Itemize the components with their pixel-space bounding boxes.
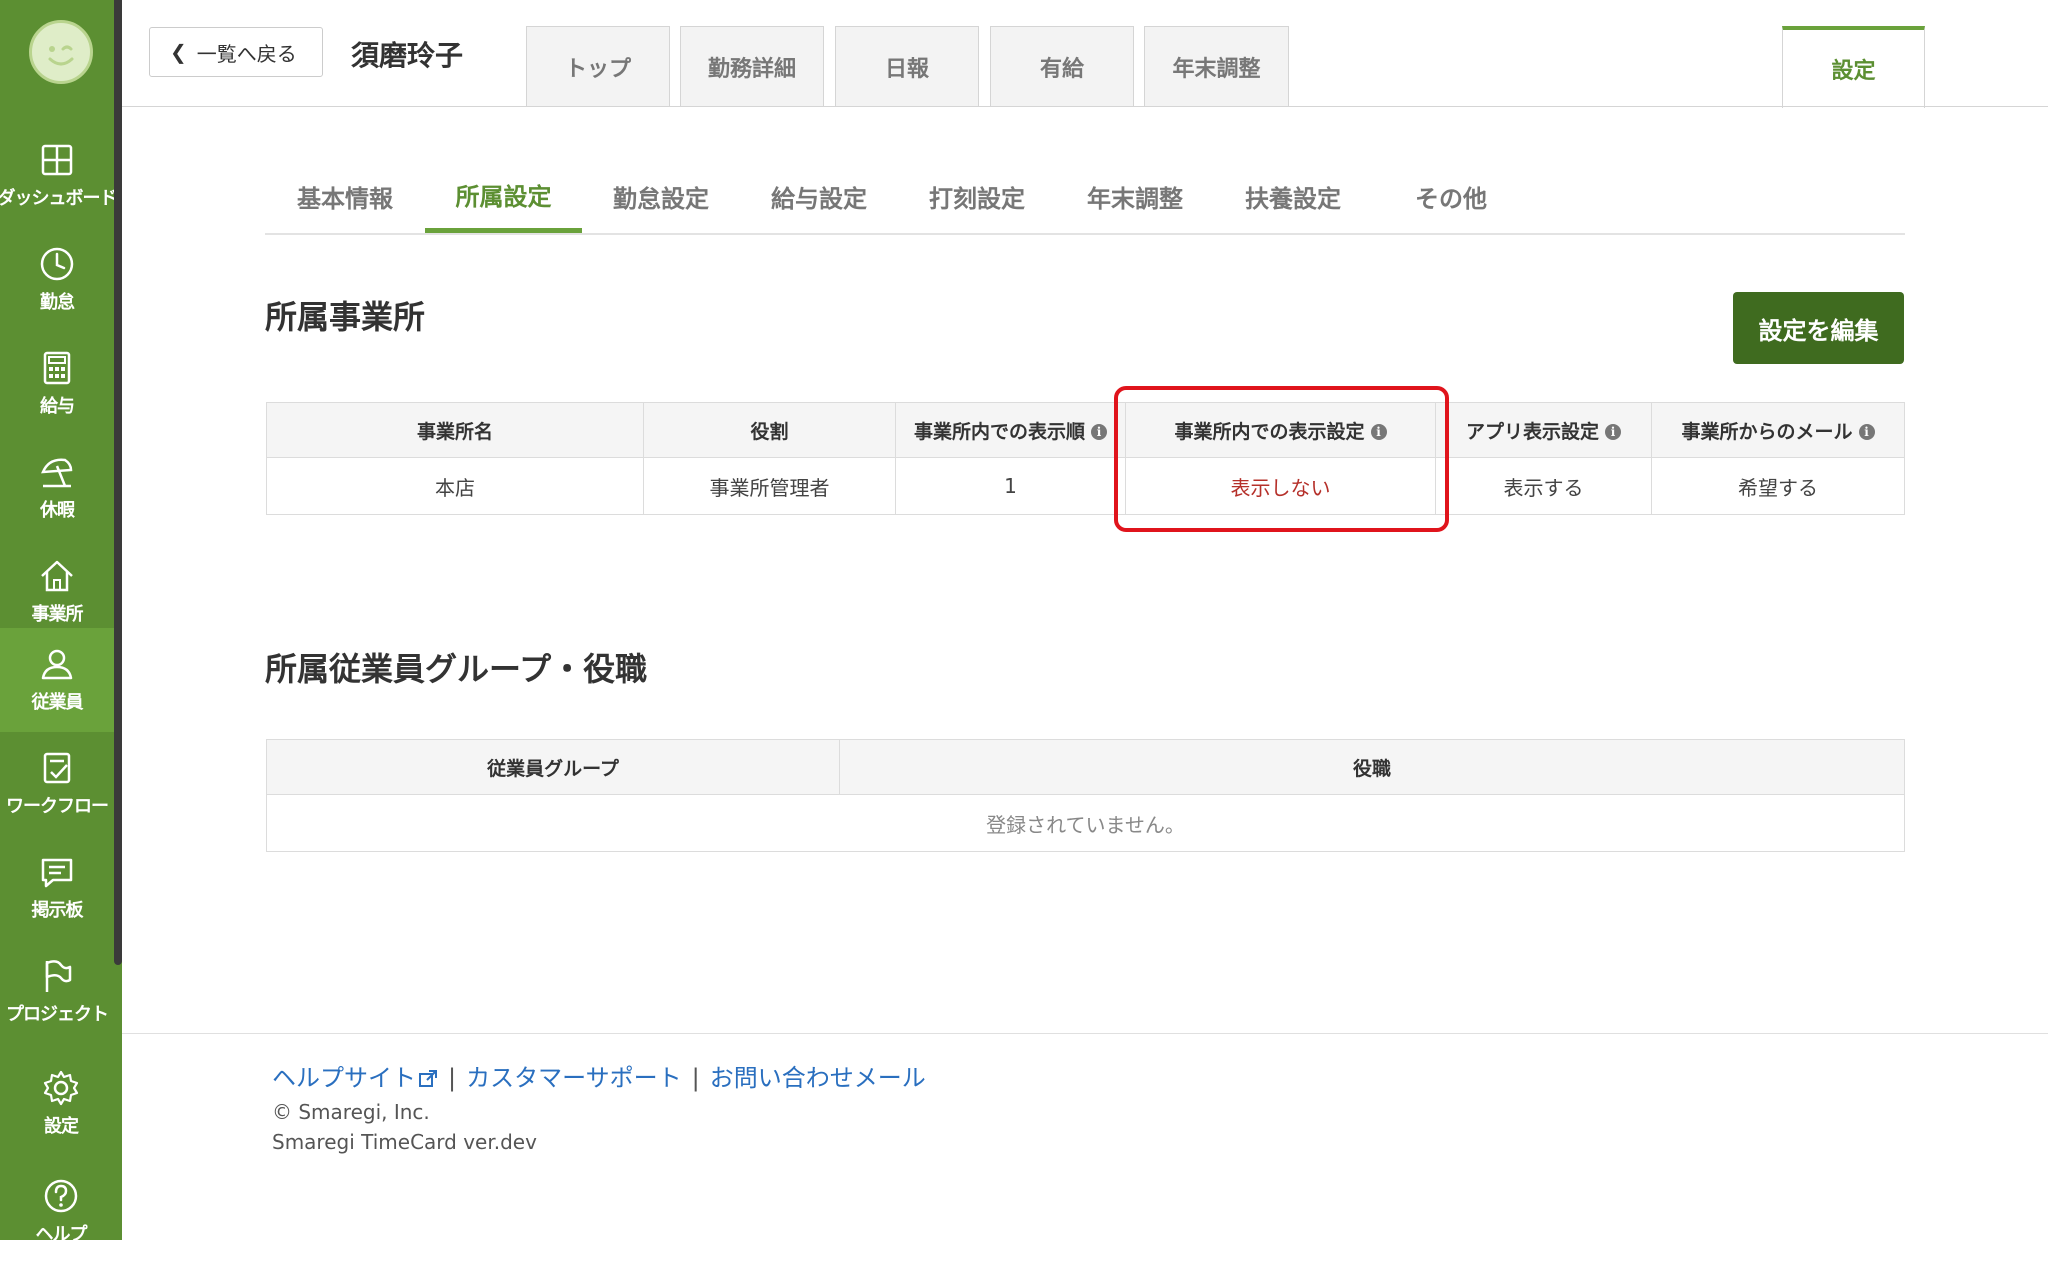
- back-to-list-button[interactable]: ❮ 一覧へ戻る: [149, 27, 323, 77]
- sidebar-item-help[interactable]: ヘルプ: [0, 1160, 122, 1264]
- sidebar-item-dashboard[interactable]: ダッシュボード: [0, 124, 118, 228]
- tab-daily-report[interactable]: 日報: [835, 26, 979, 106]
- sidebar-item-label: 掲示板: [31, 900, 84, 921]
- sidebar-item-leave[interactable]: 休暇: [0, 436, 114, 540]
- info-icon[interactable]: i: [1091, 424, 1107, 440]
- info-icon[interactable]: i: [1605, 424, 1621, 440]
- sidebar-item-settings[interactable]: 設定: [0, 1052, 122, 1156]
- sidebar-item-workflow[interactable]: ワークフロー: [0, 732, 114, 836]
- back-button-label: 一覧へ戻る: [196, 41, 297, 66]
- sidebar-item-board[interactable]: 掲示板: [0, 836, 114, 940]
- sidebar-item-project[interactable]: プロジェクト: [0, 940, 114, 1044]
- sidebar-item-label: プロジェクト: [6, 1004, 109, 1025]
- copyright: © Smaregi, Inc.: [272, 1100, 430, 1124]
- logo-icon[interactable]: [29, 20, 93, 84]
- column-header: 役割: [643, 402, 896, 458]
- sidebar-item-label: 設定: [44, 1116, 79, 1137]
- subtab-other[interactable]: その他: [1372, 160, 1530, 233]
- calculator-icon: [43, 351, 71, 385]
- footer-divider: [122, 1033, 2048, 1034]
- edit-settings-button[interactable]: 設定を編集: [1733, 292, 1904, 364]
- sidebar-item-label: 給与: [40, 396, 75, 417]
- table-header-row: 従業員グループ 役職: [266, 739, 1905, 795]
- subtab-attendance[interactable]: 勤怠設定: [582, 160, 740, 233]
- message-board-icon: [41, 858, 73, 888]
- office-mail-cell: 希望する: [1651, 457, 1905, 515]
- table-header-row: 事業所名 役割 事業所内での表示順 i 事業所内での表示設定 i アプリ表示設定 i …: [266, 402, 1905, 458]
- help-icon: [44, 1179, 78, 1213]
- sidebar-item-label: ダッシュボード: [0, 188, 118, 209]
- sidebar-item-payroll[interactable]: 給与: [0, 332, 114, 436]
- office-table: 事業所名 役割 事業所内での表示順 i 事業所内での表示設定 i アプリ表示設定 i …: [266, 402, 1905, 515]
- subtab-timestamp[interactable]: 打刻設定: [898, 160, 1056, 233]
- app-display-cell: 表示する: [1435, 457, 1652, 515]
- subtab-affiliation[interactable]: 所属設定: [425, 160, 582, 233]
- column-header: 事業所内での表示順 i: [895, 402, 1126, 458]
- column-header: 事業所内での表示設定 i: [1125, 402, 1436, 458]
- home-icon: [41, 560, 73, 592]
- tab-work-details[interactable]: 勤務詳細: [680, 26, 824, 106]
- subtab-basic-info[interactable]: 基本情報: [265, 160, 425, 233]
- sidebar: ダッシュボード 勤怠 給与 休暇 事業所 従業員 ワークフロー 掲示板 プロジェ…: [0, 0, 122, 1245]
- office-section-title: 所属事業所: [265, 298, 426, 336]
- header-divider: [122, 106, 2048, 107]
- workflow-icon: [43, 752, 71, 784]
- subtab-year-end[interactable]: 年末調整: [1056, 160, 1214, 233]
- sidebar-item-label: 事業所: [31, 604, 84, 625]
- sidebar-item-label: ヘルプ: [35, 1224, 88, 1245]
- sidebar-item-label: 従業員: [31, 692, 84, 713]
- contact-mail-link[interactable]: お問い合わせメール: [710, 1064, 926, 1092]
- column-header: 役職: [839, 739, 1905, 795]
- tab-top[interactable]: トップ: [526, 26, 670, 106]
- chevron-left-icon: ❮: [170, 40, 187, 64]
- column-header: 事業所名: [266, 402, 644, 458]
- version-text: Smaregi TimeCard ver.dev: [272, 1130, 537, 1154]
- display-setting-cell: 表示しない: [1125, 457, 1436, 515]
- gear-icon: [43, 1070, 79, 1106]
- employee-name: 須磨玲子: [351, 39, 464, 72]
- settings-sub-tabs: 基本情報 所属設定 勤怠設定 給与設定 打刻設定 年末調整 扶養設定 その他: [265, 160, 1905, 235]
- table-row: 本店 事業所管理者 1 表示しない 表示する 希望する: [266, 457, 1905, 515]
- beach-umbrella-icon: [41, 458, 73, 488]
- sidebar-item-label: 休暇: [40, 500, 75, 521]
- empty-message: 登録されていません。: [266, 794, 1905, 852]
- tab-year-end-adjustment[interactable]: 年末調整: [1144, 26, 1289, 106]
- clock-icon: [40, 247, 74, 281]
- info-icon[interactable]: i: [1858, 424, 1875, 440]
- column-header: 事業所からのメール i: [1651, 402, 1905, 458]
- role-cell: 事業所管理者: [643, 457, 896, 515]
- footer-links: ヘルプサイト | カスタマーサポート | お問い合わせメール: [272, 1058, 926, 1093]
- sidebar-item-label: ワークフロー: [6, 796, 109, 817]
- flag-icon: [45, 960, 72, 992]
- display-order-cell: 1: [895, 457, 1126, 515]
- person-icon: [41, 649, 73, 680]
- sidebar-item-employees[interactable]: 従業員: [0, 628, 114, 732]
- link-separator: |: [691, 1064, 700, 1092]
- sidebar-scrollbar[interactable]: [114, 0, 122, 965]
- group-table: 従業員グループ 役職 登録されていません。: [266, 739, 1905, 852]
- table-row: 登録されていません。: [266, 794, 1905, 852]
- tab-settings[interactable]: 設定: [1782, 26, 1925, 108]
- subtab-payroll[interactable]: 給与設定: [740, 160, 898, 233]
- column-header: アプリ表示設定 i: [1435, 402, 1652, 458]
- link-separator: |: [448, 1064, 457, 1092]
- sidebar-item-label: 勤怠: [40, 292, 75, 313]
- sidebar-item-attendance[interactable]: 勤怠: [0, 228, 114, 332]
- group-section-title: 所属従業員グループ・役職: [265, 650, 648, 688]
- customer-support-link[interactable]: カスタマーサポート: [466, 1064, 682, 1092]
- info-icon[interactable]: i: [1370, 424, 1387, 440]
- subtab-dependents[interactable]: 扶養設定: [1214, 160, 1372, 233]
- office-name-cell: 本店: [266, 457, 644, 515]
- external-link-icon: [419, 1070, 437, 1087]
- help-site-link[interactable]: ヘルプサイト: [272, 1064, 438, 1092]
- dashboard-icon: [41, 144, 73, 176]
- tab-paid-leave[interactable]: 有給: [990, 26, 1134, 106]
- column-header: 従業員グループ: [266, 739, 840, 795]
